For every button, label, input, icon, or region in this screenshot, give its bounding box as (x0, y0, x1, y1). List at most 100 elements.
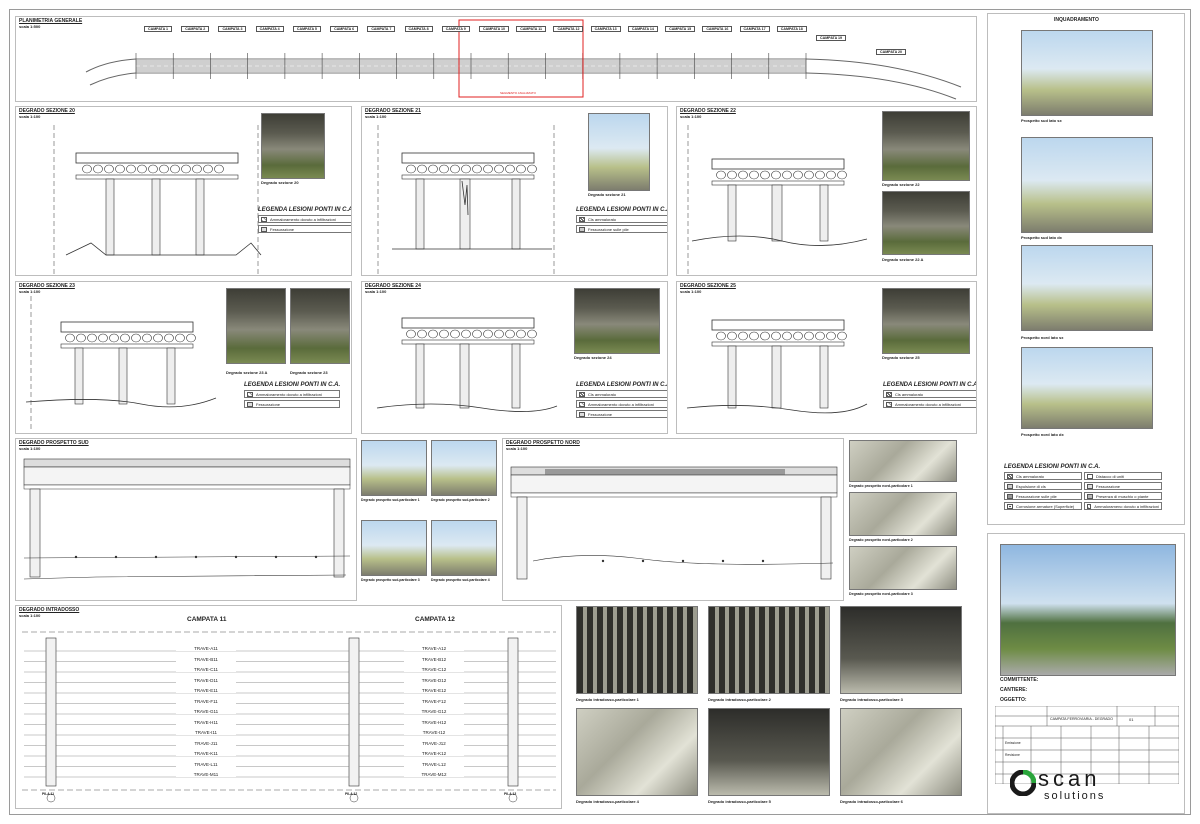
section-25-legend: LEGENDA LESIONI PONTI IN C.A. Cls ammalo… (883, 382, 977, 408)
inquadramento-caption-1: Prospetto sud lato sx (1021, 118, 1062, 123)
trave-label: TRAVE-K12 (404, 751, 464, 756)
section-22-photo-caption: Degrado sezione 22 (882, 182, 920, 187)
legend-row: Fessurazione sulle pile (576, 225, 667, 233)
legend-swatch (1087, 493, 1093, 499)
campata-label: CAMPATA 8 (404, 26, 433, 32)
campata-label: CAMPATA 1 (144, 26, 173, 32)
cantiere-label: CANTIERE: (1000, 687, 1028, 693)
section-23-scale: scala 1:100 (19, 289, 41, 294)
legend-title: LEGENDA LESIONI PONTI IN C.A. (258, 207, 352, 213)
trave-label: TRAVE-C11 (176, 667, 236, 672)
section-25-photo-caption: Degrado sezione 25 (882, 355, 920, 360)
section-20-scale: scala 1:100 (19, 114, 41, 119)
section-25-photo (882, 288, 970, 354)
section-23a-photo (226, 288, 286, 364)
section-23-drawing (25, 296, 217, 432)
prospetto-sud-drawing (23, 458, 351, 580)
logo-sub-text: solutions (1044, 790, 1106, 802)
inquadramento-photo-1 (1021, 30, 1153, 116)
trave-label: TRAVE-B11 (176, 656, 236, 662)
prospetto-nord-caption-2: Degrado prospetto nord-particolare 2 (849, 538, 913, 542)
legend-row: Fessurazione (258, 225, 351, 233)
trave-label: TRAVE-K11 (176, 751, 236, 756)
logo-mark-icon (1010, 770, 1036, 796)
row-revisione: Revisione (1005, 753, 1020, 757)
campata-label: CAMPATA 10 (479, 26, 510, 32)
campata-label: CAMPATA 12 (553, 26, 584, 32)
campata-label: CAMPATA 19 (816, 35, 847, 41)
section-21-photo (588, 113, 650, 191)
legend-row: Fessurazione (244, 400, 340, 408)
section-22-drawing (687, 125, 868, 275)
pila-12-label: PILA 12 (345, 792, 358, 796)
prospetto-sud-photo-2 (431, 440, 497, 496)
trave-label: TRAVE-J11 (176, 740, 236, 746)
prospetto-sud-caption-1: Degrado prospetto sud-particolare 1 (361, 498, 420, 502)
section-20-photo (261, 113, 325, 179)
trave-label: TRAVE-I11 (176, 730, 236, 735)
trave-label: TRAVE-G11 (176, 709, 236, 714)
pila-11-label: PILA 11 (42, 792, 55, 796)
section-21-legend: LEGENDA LESIONI PONTI IN C.A. Cls ammalo… (576, 207, 667, 233)
intradosso-caption-1: Degrado intradosso-particolare 1 (576, 697, 639, 702)
prospetto-nord-photo-1 (849, 440, 957, 482)
sheet-number: 01 (1129, 717, 1134, 722)
intradosso-caption-2: Degrado intradosso-particolare 2 (708, 697, 771, 702)
legend-row: Cls ammalorato (576, 390, 667, 398)
oggetto-label: OGGETTO: (1000, 697, 1027, 703)
legend-row: Distacco di uniti (1084, 472, 1162, 480)
campata-label: CAMPATA 20 (876, 49, 907, 55)
intradosso-panel: DEGRADO INTRADOSSO scala 1:100 CAMPATA 1… (15, 605, 562, 809)
trave-label: TRAVE-I12 (404, 730, 464, 735)
prospetto-nord-photo-3 (849, 546, 957, 590)
inquadramento-photo-4 (1021, 347, 1153, 429)
section-20-photo-caption: Degrado sezione 20 (261, 180, 299, 185)
section-22a-photo-caption: Degrado sezione 22 A (882, 257, 924, 262)
trave-label: TRAVE-D12 (404, 677, 464, 683)
legend-row: Ammaloramento dovuto a infiltrazioni (883, 400, 976, 408)
section-24-scale: scala 1:100 (365, 289, 387, 294)
trave-label: TRAVE-G12 (404, 709, 464, 714)
trave-label: TRAVE-H11 (176, 719, 236, 725)
campata-label: CAMPATA 4 (255, 26, 284, 32)
inquadramento-panel: INQUADRAMENTO Prospetto sud lato sx Pros… (987, 13, 1185, 525)
section-23-panel: DEGRADO SEZIONE 23 scala 1:100 Degrado s… (15, 281, 352, 434)
trave-label: TRAVE-M11 (176, 772, 236, 777)
campata-label: CAMPATA 18 (776, 26, 807, 32)
section-23-photo (290, 288, 350, 364)
legend-row: Cls ammalorato (1004, 472, 1082, 480)
section-21-drawing (377, 125, 555, 275)
prospetto-sud-photo-3 (361, 520, 427, 576)
section-20-legend: LEGENDA LESIONI PONTI IN C.A. Ammalorame… (258, 207, 352, 233)
legend-swatch (1087, 483, 1093, 489)
row-emissione: Emissione (1005, 741, 1021, 745)
campata-label: CAMPATA 13 (590, 26, 621, 32)
campata-label: CAMPATA 7 (367, 26, 396, 32)
section-24-photo-caption: Degrado sezione 24 (574, 355, 612, 360)
inquadramento-caption-2: Prospetto sud lato dx (1021, 235, 1062, 240)
section-21-photo-caption: Degrado sezione 21 (588, 192, 626, 197)
section-22-photo (882, 111, 970, 181)
section-24-drawing (376, 317, 558, 412)
intradosso-photo-4 (576, 708, 698, 796)
section-25-scale: scala 1:100 (680, 289, 702, 294)
campata-label: CAMPATA 14 (627, 26, 658, 32)
svg-text:SEGMENTO ANALIZZATO: SEGMENTO ANALIZZATO (500, 91, 537, 95)
prospetto-nord-photo-2 (849, 492, 957, 536)
section-25-panel: DEGRADO SEZIONE 25 scala 1:100 Degrado s… (676, 281, 977, 434)
inquadramento-title: INQUADRAMENTO (1054, 17, 1099, 23)
intradosso-caption-6: Degrado intradosso-particolare 6 (840, 799, 903, 804)
trave-label: TRAVE-A12 (404, 646, 464, 651)
intradosso-photo-3 (840, 606, 962, 694)
intradosso-caption-3: Degrado intradosso-particolare 3 (840, 697, 903, 702)
section-23-legend: LEGENDA LESIONI PONTI IN C.A. Ammalorame… (244, 382, 340, 408)
section-24-panel: DEGRADO SEZIONE 24 scala 1:100 Degrado s… (361, 281, 668, 434)
trave-label: TRAVE-B12 (404, 656, 464, 662)
campata-label: CAMPATA 6 (330, 26, 359, 32)
intradosso-photo-1 (576, 606, 698, 694)
legend-title: LEGENDA LESIONI PONTI IN C.A. (883, 382, 977, 388)
legend-swatch (1007, 493, 1013, 499)
planimetria-panel: PLANIMETRIA GENERALE scala 1:500 SEGMENT… (15, 16, 977, 102)
prospetto-sud-photo-4 (431, 520, 497, 576)
inquadramento-caption-4: Prospetto nord lato dx (1021, 432, 1064, 437)
